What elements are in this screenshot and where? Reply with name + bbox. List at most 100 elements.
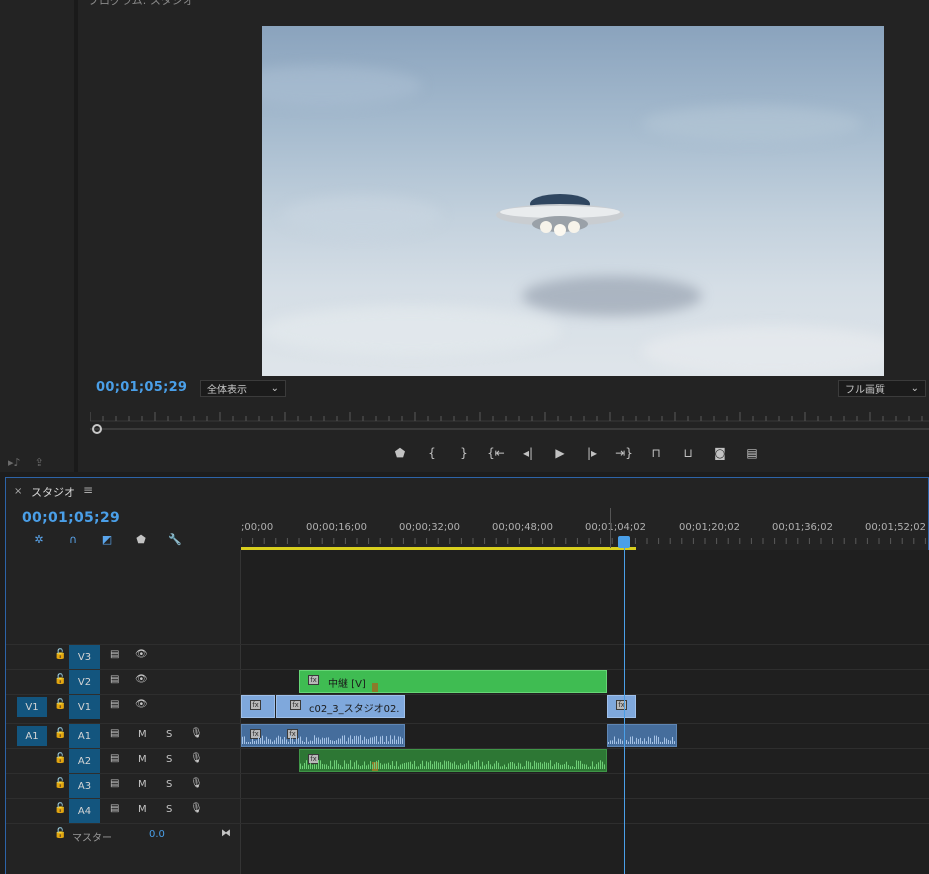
track-target-a2[interactable]: A2 (69, 749, 100, 773)
zoom-select[interactable]: 全体表示 ⌄ (200, 380, 286, 397)
track-target-a1[interactable]: A1 (69, 724, 100, 748)
clip-label: 中継 [V] (328, 679, 366, 690)
sync-lock-icon[interactable]: ▤ (110, 753, 119, 764)
monitor-time-ruler[interactable] (90, 410, 929, 422)
track-v1: V1 🔓 V1 ▤ 👁 (6, 694, 929, 719)
mic-icon[interactable]: 🎙 (190, 728, 203, 739)
eye-icon[interactable]: 👁 (135, 674, 148, 685)
lift-icon[interactable]: ⊓ (640, 443, 672, 463)
insert-icon[interactable]: ▸♪ (8, 456, 21, 469)
monitor-timecode[interactable]: 00;01;05;29 (96, 380, 187, 395)
export-icon[interactable]: ⇪ (35, 456, 44, 469)
clip-v2[interactable]: fx 中継 [V] (299, 670, 607, 693)
track-a1: A1 🔓 A1 ▤ M S 🎙 (6, 723, 929, 748)
marker-icon[interactable]: ⬟ (384, 443, 416, 463)
sync-lock-icon[interactable]: ▤ (110, 674, 119, 685)
chevron-down-icon: ⌄ (910, 383, 919, 394)
timeline-tab-title[interactable]: スタジオ (31, 484, 75, 500)
track-target-v3[interactable]: V3 (69, 645, 100, 669)
track-v3: 🔓 V3 ▤ 👁 (6, 644, 929, 669)
track-target-v2[interactable]: V2 (69, 670, 100, 694)
mic-icon[interactable]: 🎙 (190, 803, 203, 814)
clip-v1-b[interactable]: fx c02_3_スタジオ02. (276, 695, 405, 718)
track-target-v1[interactable]: V1 (69, 695, 100, 719)
timeline-timecode[interactable]: 00;01;05;29 (22, 510, 120, 526)
transport-controls: ⬟ { } {⇤ ◂| ▶ |▸ ⇥} ⊓ ⊔ ◙ ▤ (384, 442, 768, 464)
close-icon[interactable]: × (14, 486, 22, 497)
camera-icon[interactable]: ◙ (704, 443, 736, 463)
solo-button[interactable]: S (166, 729, 172, 740)
step-forward-icon[interactable]: |▸ (576, 443, 608, 463)
marker-icon[interactable]: ⬟ (124, 531, 158, 547)
go-to-in-icon[interactable]: {⇤ (480, 443, 512, 463)
extract-icon[interactable]: ⊔ (672, 443, 704, 463)
track-target-a3[interactable]: A3 (69, 774, 100, 798)
sync-lock-icon[interactable]: ▤ (110, 803, 119, 814)
play-icon[interactable]: ▶ (544, 443, 576, 463)
lock-icon[interactable]: 🔓 (54, 649, 66, 660)
clip-v1-a[interactable]: fx (241, 695, 275, 718)
mic-icon[interactable]: 🎙 (190, 753, 203, 764)
monitor-scrub-bar[interactable] (90, 424, 929, 434)
panel-menu-icon[interactable]: ≡ (83, 483, 93, 497)
solo-button[interactable]: S (166, 804, 172, 815)
quality-select[interactable]: フル画質 ⌄ (838, 380, 926, 397)
clip-a1-b[interactable] (607, 724, 677, 747)
lock-icon[interactable]: 🔓 (54, 728, 66, 739)
lock-icon[interactable]: 🔓 (54, 699, 66, 710)
lock-icon[interactable]: 🔓 (54, 778, 66, 789)
fx-icon: fx (308, 675, 319, 685)
mute-button[interactable]: M (138, 729, 147, 740)
solo-button[interactable]: S (166, 754, 172, 765)
premiere-window: ▸♪ ⇪ プログラム: スタジオ 00;01;05;29 全体表示 ⌄ フル画質… (0, 0, 929, 874)
mute-button[interactable]: M (138, 754, 147, 765)
left-panel (0, 0, 74, 472)
work-area-bar[interactable] (241, 547, 636, 550)
sync-lock-icon[interactable]: ▤ (110, 778, 119, 789)
lock-icon[interactable]: 🔓 (54, 828, 66, 839)
ufo-object (496, 194, 624, 236)
linked-selection-icon[interactable]: ◩ (90, 531, 124, 547)
go-to-out-icon[interactable]: ⇥} (608, 443, 640, 463)
step-back-icon[interactable]: ◂| (512, 443, 544, 463)
video-preview (262, 26, 884, 376)
go-to-end-icon[interactable]: ⧓ (221, 828, 231, 839)
master-volume[interactable]: 0.0 (149, 829, 165, 840)
ruler-label: 00;00;32;00 (399, 522, 461, 533)
clip-v1-c[interactable]: fx (607, 695, 636, 718)
track-a3: 🔓 A3 ▤ M S 🎙 (6, 773, 929, 798)
sync-lock-icon[interactable]: ▤ (110, 699, 119, 710)
source-patch-a1[interactable]: A1 (17, 726, 47, 746)
lock-icon[interactable]: 🔓 (54, 753, 66, 764)
mute-button[interactable]: M (138, 804, 147, 815)
eye-icon[interactable]: 👁 (135, 699, 148, 710)
timeline-playhead[interactable] (624, 548, 625, 874)
timeline-tools: ✲ ∩ ◩ ⬟ 🔧 (22, 531, 192, 547)
mark-in-icon[interactable]: { (416, 443, 448, 463)
mic-icon[interactable]: 🎙 (190, 778, 203, 789)
sync-lock-icon[interactable]: ▤ (110, 649, 119, 660)
quality-select-value: フル画質 (845, 385, 885, 396)
compare-icon[interactable]: ▤ (736, 443, 768, 463)
eye-icon[interactable]: 👁 (135, 649, 148, 660)
sync-lock-icon[interactable]: ▤ (110, 728, 119, 739)
track-master: 🔓 マスター 0.0 ⧓ (6, 823, 929, 848)
mute-button[interactable]: M (138, 779, 147, 790)
clip-label: c02_3_スタジオ02. (309, 704, 400, 715)
left-panel-footer: ▸♪ ⇪ (8, 456, 44, 469)
nest-icon[interactable]: ✲ (22, 531, 56, 547)
lock-icon[interactable]: 🔓 (54, 803, 66, 814)
solo-button[interactable]: S (166, 779, 172, 790)
clip-a1-a[interactable]: fx fx (241, 724, 405, 747)
magnet-icon[interactable]: ∩ (56, 531, 90, 547)
mark-out-icon[interactable]: } (448, 443, 480, 463)
playhead-handle[interactable] (92, 424, 102, 434)
source-patch-v1[interactable]: V1 (17, 697, 47, 717)
timeline-panel: × スタジオ ≡ 00;01;05;29 ✲ ∩ ◩ ⬟ 🔧 ;00;00 00… (5, 477, 929, 874)
ruler-label: 00;01;36;02 (772, 522, 834, 533)
wrench-icon[interactable]: 🔧 (158, 531, 192, 547)
clip-a2[interactable]: fx (299, 749, 607, 772)
track-target-a4[interactable]: A4 (69, 799, 100, 823)
timeline-playhead-handle[interactable] (618, 536, 630, 548)
lock-icon[interactable]: 🔓 (54, 674, 66, 685)
